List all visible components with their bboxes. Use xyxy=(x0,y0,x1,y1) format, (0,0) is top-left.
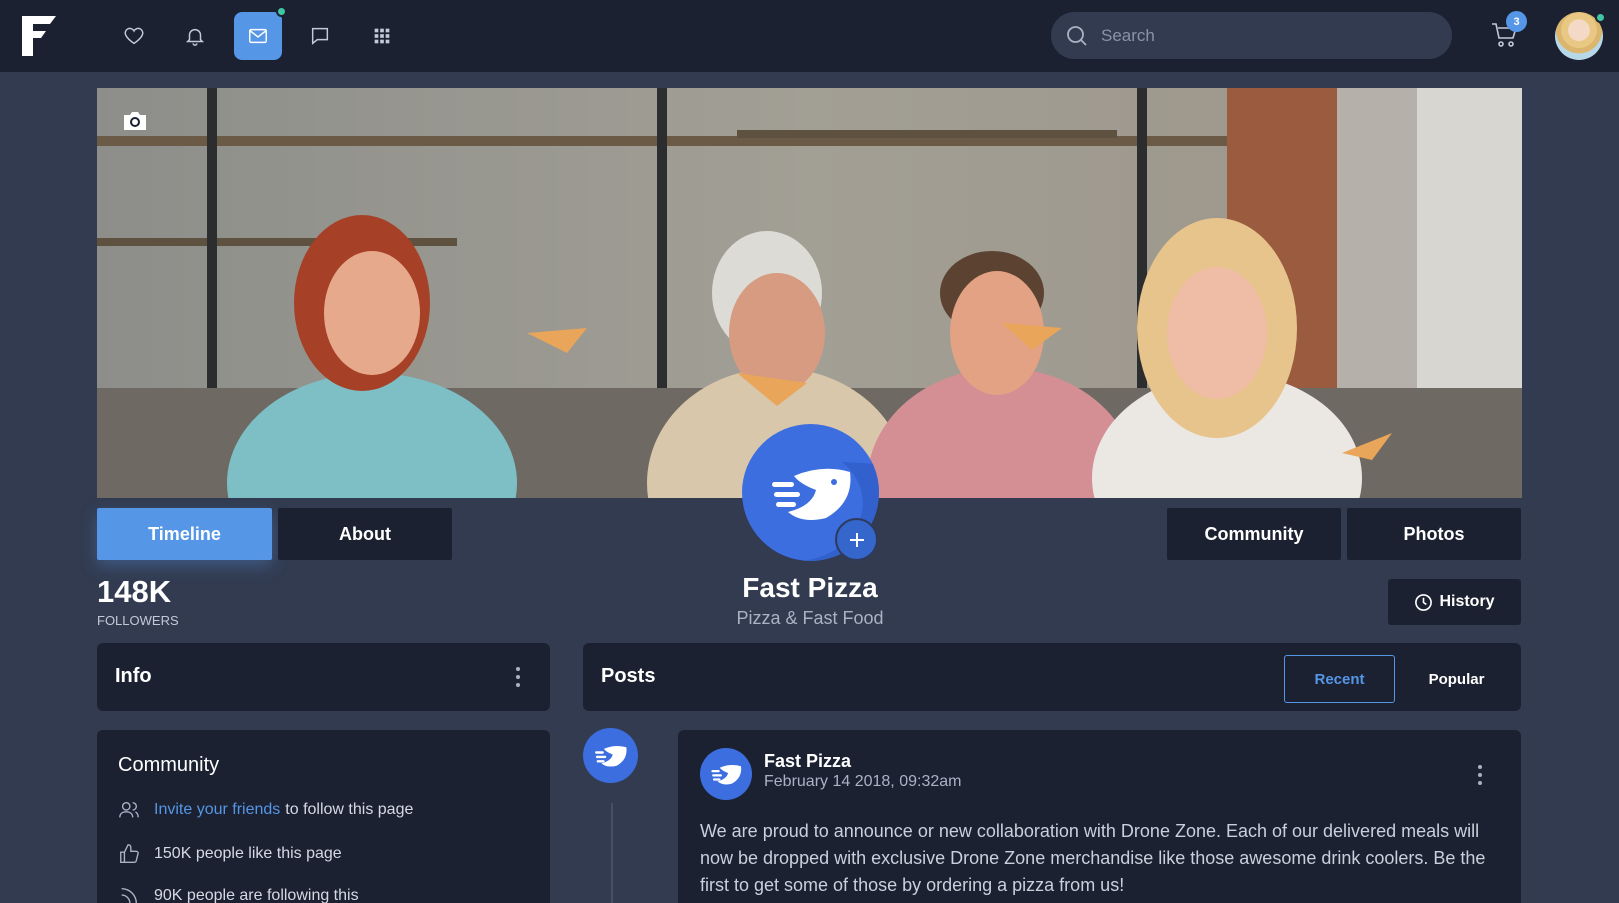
rss-icon xyxy=(121,887,137,903)
heart-icon[interactable] xyxy=(110,12,158,60)
add-icon[interactable] xyxy=(835,518,878,561)
timeline-line xyxy=(611,803,613,903)
timeline-avatar[interactable] xyxy=(583,728,638,783)
info-card: Info xyxy=(97,643,550,711)
following-text: 90K people are following this xyxy=(154,887,359,903)
tab-about[interactable]: About xyxy=(278,508,452,560)
posts-title: Posts xyxy=(601,665,656,687)
users-icon xyxy=(119,801,139,818)
invite-friends-link[interactable]: Invite your friends xyxy=(154,801,280,819)
mail-notification-dot xyxy=(276,6,287,17)
tab-timeline[interactable]: Timeline xyxy=(97,508,272,560)
filter-popular[interactable]: Popular xyxy=(1401,655,1512,703)
post-date: February 14 2018, 09:32am xyxy=(764,773,962,790)
tab-photos[interactable]: Photos xyxy=(1347,508,1521,560)
top-navbar: 3 xyxy=(0,0,1619,72)
likes-text: 150K people like this page xyxy=(154,845,342,862)
post-options-icon[interactable] xyxy=(1477,764,1483,786)
post-body: We are proud to announce or new collabor… xyxy=(700,821,1486,895)
info-title: Info xyxy=(115,665,152,687)
post-author[interactable]: Fast Pizza xyxy=(764,751,851,772)
history-button[interactable]: History xyxy=(1388,579,1521,625)
filter-recent[interactable]: Recent xyxy=(1284,655,1395,703)
community-title: Community xyxy=(118,754,220,776)
history-label: History xyxy=(1439,593,1495,610)
camera-icon[interactable] xyxy=(122,110,148,132)
page-title: Fast Pizza xyxy=(742,572,878,603)
cart-count-badge: 3 xyxy=(1506,11,1527,32)
clock-icon xyxy=(1415,593,1433,611)
followers-label: FOLLOWERS xyxy=(97,613,179,628)
invite-text: to follow this page xyxy=(285,801,414,818)
mail-icon[interactable] xyxy=(234,12,282,60)
online-status-dot xyxy=(1595,12,1606,23)
search-bar[interactable] xyxy=(1051,12,1452,59)
followers-count: 148K xyxy=(97,574,172,609)
post-author-avatar[interactable] xyxy=(700,748,752,800)
chat-icon[interactable] xyxy=(296,12,344,60)
bell-icon[interactable] xyxy=(171,12,219,60)
more-options-icon[interactable] xyxy=(515,666,521,688)
app-logo[interactable] xyxy=(20,14,58,58)
invite-row: Invite your friends to follow this page xyxy=(118,799,413,821)
tab-community[interactable]: Community xyxy=(1167,508,1341,560)
page-category: Pizza & Fast Food xyxy=(736,608,884,628)
apps-grid-icon[interactable] xyxy=(358,12,406,60)
likes-row: 150K people like this page xyxy=(118,843,342,865)
thumbs-up-icon xyxy=(120,844,139,863)
following-row: 90K people are following this xyxy=(118,885,359,903)
search-icon xyxy=(1067,25,1087,46)
search-input[interactable] xyxy=(1101,25,1431,46)
